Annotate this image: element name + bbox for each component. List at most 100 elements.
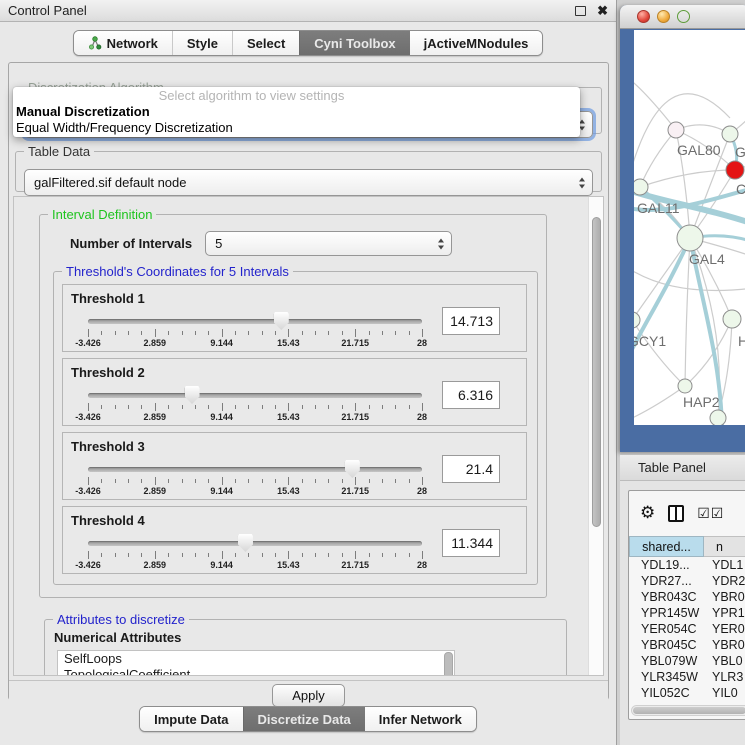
slider-handle[interactable] (345, 460, 360, 478)
cell-shared-name[interactable]: YLR345W (629, 669, 704, 685)
attribute-list-scrollbar[interactable] (444, 652, 453, 676)
number-of-intervals-row: Number of Intervals 5 (70, 231, 546, 256)
tab-select-label: Select (247, 36, 285, 51)
cell-name[interactable]: YPR1 (704, 605, 745, 621)
tab-jactivemnodules[interactable]: jActiveMNodules (410, 31, 543, 55)
tab-cyni-toolbox[interactable]: Cyni Toolbox (299, 31, 409, 55)
close-icon[interactable]: ✖ (597, 4, 608, 17)
node-bottom-partial[interactable] (710, 410, 726, 425)
vertical-scrollbar[interactable] (588, 197, 603, 675)
table-row[interactable]: YBR043CYBR0 (629, 589, 745, 605)
number-of-intervals-combobox[interactable]: 5 (205, 231, 452, 256)
cell-name[interactable]: YER0 (704, 621, 745, 637)
close-traffic-light-icon[interactable] (637, 10, 650, 23)
node-pink[interactable] (668, 122, 684, 138)
checkbox-icons[interactable]: ☑☑ (697, 506, 724, 522)
cell-shared-name[interactable]: YER054C (629, 621, 704, 637)
table-data-value: galFiltered.sif default node (34, 175, 186, 190)
node-h[interactable] (723, 310, 741, 328)
threshold-value-field[interactable]: 14.713 (442, 307, 500, 335)
node-gcy1[interactable] (634, 312, 640, 328)
control-panel-titlebar: Control Panel ✖ (0, 0, 616, 22)
table-row[interactable]: YIL052CYIL0 (629, 685, 745, 701)
attributes-legend: Attributes to discretize (53, 612, 189, 627)
zoom-traffic-light-icon[interactable] (677, 10, 690, 23)
tab-select[interactable]: Select (232, 31, 299, 55)
cell-name[interactable]: YDR2 (704, 573, 745, 589)
threshold-value-field[interactable]: 11.344 (442, 529, 500, 557)
slider-track[interactable] (88, 467, 422, 472)
minimize-traffic-light-icon[interactable] (657, 10, 670, 23)
table-row[interactable]: YBL079WYBL0 (629, 653, 745, 669)
popup-option-manual-discretization[interactable]: Manual Discretization (13, 104, 580, 120)
threshold-value-field[interactable]: 21.4 (442, 455, 500, 483)
threshold-slider[interactable]: -3.4262.8599.14415.4321.71528 (88, 316, 422, 348)
slider-handle[interactable] (185, 386, 200, 404)
tab-network[interactable]: Network (74, 31, 172, 55)
threshold-slider[interactable]: -3.4262.8599.14415.4321.71528 (88, 464, 422, 496)
network-canvas[interactable]: GAL80 GA C GAL11 GAL4 GCY1 H HAP2 (634, 30, 745, 425)
cell-shared-name[interactable]: YDR27... (629, 573, 704, 589)
node-label-ga-partial: GA (735, 144, 745, 160)
network-graph: GAL80 GA C GAL11 GAL4 GCY1 H HAP2 (634, 30, 745, 425)
node-pale-green-top[interactable] (722, 126, 738, 142)
network-window-titlebar[interactable] (620, 5, 745, 29)
horizontal-scrollbar-thumb[interactable] (633, 707, 745, 714)
cell-name[interactable]: YIL0 (704, 685, 745, 701)
cell-shared-name[interactable]: YBL079W (629, 653, 704, 669)
attribute-list-item[interactable]: TopologicalCoefficient (58, 667, 454, 676)
cell-shared-name[interactable]: YPR145W (629, 605, 704, 621)
thresholds-group: Threshold's Coordinates for 5 Intervals … (53, 264, 538, 585)
cell-name[interactable]: YBR0 (704, 637, 745, 653)
threshold-value-field[interactable]: 6.316 (442, 381, 500, 409)
table-data-combobox[interactable]: galFiltered.sif default node (24, 169, 593, 196)
cell-name[interactable]: YBR0 (704, 589, 745, 605)
column-header-shared-name[interactable]: shared... (629, 536, 704, 557)
apply-button[interactable]: Apply (272, 684, 345, 707)
threshold-panel-2: Threshold 2-3.4262.8599.14415.4321.71528… (62, 358, 527, 426)
tab-impute-data[interactable]: Impute Data (140, 707, 242, 731)
node-gal4[interactable] (677, 225, 703, 251)
threshold-slider[interactable]: -3.4262.8599.14415.4321.71528 (88, 538, 422, 570)
slider-handle[interactable] (274, 312, 289, 330)
tab-style[interactable]: Style (172, 31, 232, 55)
column-header-name[interactable]: n (704, 536, 745, 557)
table-row[interactable]: YDR27...YDR2 (629, 573, 745, 589)
cell-name[interactable]: YLR3 (704, 669, 745, 685)
cell-shared-name[interactable]: YBR045C (629, 637, 704, 653)
cell-name[interactable]: YBL0 (704, 653, 745, 669)
tab-discretize-data[interactable]: Discretize Data (243, 707, 365, 731)
cell-shared-name[interactable]: YIL052C (629, 685, 704, 701)
horizontal-scrollbar[interactable] (631, 705, 745, 716)
table-row[interactable]: YDL19...YDL1 (629, 557, 745, 573)
tab-infer-network-label: Infer Network (379, 712, 462, 727)
cell-name[interactable]: YDL1 (704, 557, 745, 573)
popup-option-equal-width-frequency[interactable]: Equal Width/Frequency Discretization (13, 120, 580, 136)
number-of-intervals-label: Number of Intervals (70, 236, 192, 251)
split-columns-icon[interactable] (668, 505, 684, 522)
gear-icon[interactable]: ⚙ (640, 505, 655, 522)
numerical-attributes-list[interactable]: SelfLoopsTopologicalCoefficientBetweenne… (57, 650, 455, 676)
node-red-selected[interactable] (726, 161, 744, 179)
cell-shared-name[interactable]: YBR043C (629, 589, 704, 605)
float-window-icon[interactable] (575, 6, 586, 16)
interval-definition-group: Interval Definition Number of Intervals … (39, 207, 547, 598)
cell-shared-name[interactable]: YDL19... (629, 557, 704, 573)
tab-infer-network[interactable]: Infer Network (365, 707, 476, 731)
slider-track[interactable] (88, 319, 422, 324)
slider-track[interactable] (88, 393, 422, 398)
table-row[interactable]: YBR045CYBR0 (629, 637, 745, 653)
bottom-tab-group: Impute Data Discretize Data Infer Networ… (139, 706, 477, 732)
attribute-list-item[interactable]: SelfLoops (58, 651, 454, 667)
slider-handle[interactable] (238, 534, 253, 552)
table-header-row: shared... n (629, 536, 745, 557)
slider-track[interactable] (88, 541, 422, 546)
threshold-slider[interactable]: -3.4262.8599.14415.4321.71528 (88, 390, 422, 422)
table-row[interactable]: YPR145WYPR1 (629, 605, 745, 621)
threshold-panel-4: Threshold 4-3.4262.8599.14415.4321.71528… (62, 506, 527, 574)
table-row[interactable]: YLR345WYLR3 (629, 669, 745, 685)
node-gal11[interactable] (634, 179, 648, 195)
node-hap2[interactable] (678, 379, 692, 393)
table-row[interactable]: YER054CYER0 (629, 621, 745, 637)
vertical-scrollbar-thumb[interactable] (592, 217, 601, 527)
